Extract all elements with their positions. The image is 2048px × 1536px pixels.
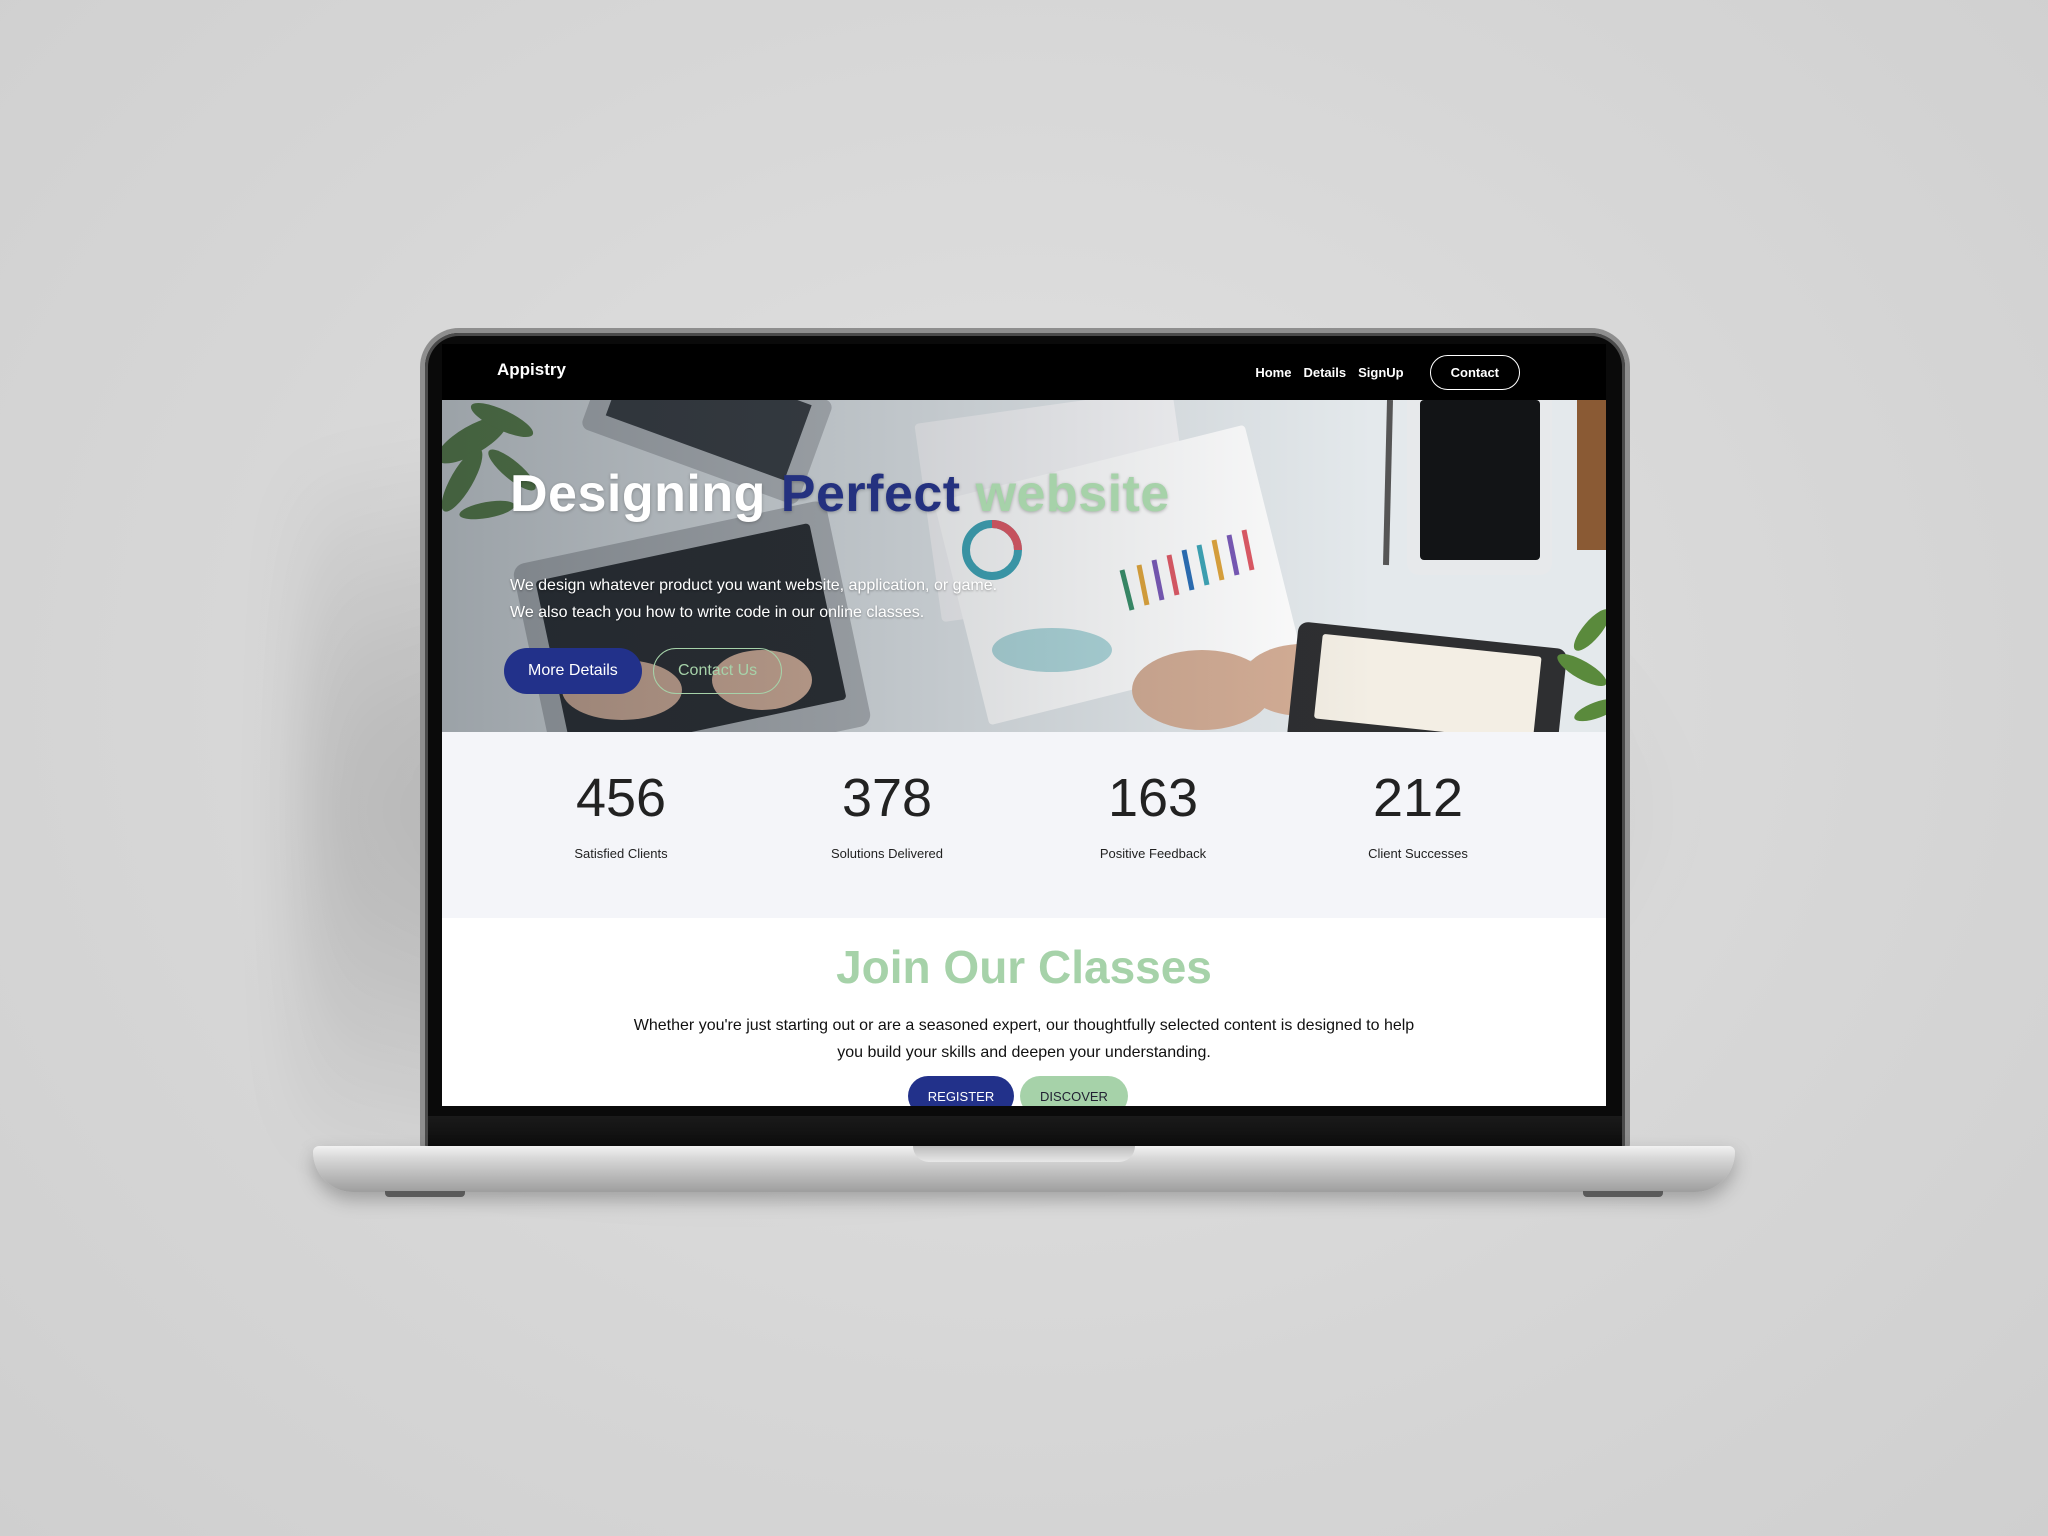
stat-label: Satisfied Clients — [574, 846, 668, 861]
stat-label: Positive Feedback — [1099, 846, 1207, 861]
register-button[interactable]: REGISTER — [908, 1076, 1014, 1106]
stat-value: 163 — [1107, 768, 1199, 828]
hero-section: Designing Perfect website We design what… — [442, 400, 1606, 732]
stat-value: 456 — [575, 768, 667, 828]
laptop-thumb-notch — [913, 1146, 1135, 1162]
top-navbar: Appistry Home Details SignUp Contact — [442, 344, 1606, 400]
brand-logo[interactable]: Appistry — [497, 360, 566, 380]
nav-contact-button[interactable]: Contact — [1429, 354, 1520, 390]
laptop-hinge — [428, 1116, 1622, 1148]
stat-solutions-delivered: 378 Solutions Delivered — [787, 768, 987, 861]
nav-link-details[interactable]: Details — [1303, 365, 1346, 380]
stats-section: 456 Satisfied Clients 378 Solutions Deli… — [442, 732, 1606, 918]
hero-title-part2: Perfect — [780, 465, 976, 523]
contact-us-button[interactable]: Contact Us — [653, 648, 783, 694]
stat-label: Client Successes — [1368, 846, 1468, 861]
nav-link-home[interactable]: Home — [1255, 365, 1291, 380]
stat-client-successes: 212 Client Successes — [1318, 768, 1518, 861]
discover-button[interactable]: DISCOVER — [1020, 1076, 1128, 1106]
stat-positive-feedback: 163 Positive Feedback — [1053, 768, 1253, 861]
hero-title: Designing Perfect website — [510, 464, 1170, 524]
classes-description: Whether you're just starting out or are … — [633, 1017, 1415, 1061]
hero-description: We design whatever product you want webs… — [510, 577, 998, 621]
nav-links: Home Details SignUp Contact — [1255, 344, 1520, 400]
nav-link-signup[interactable]: SignUp — [1358, 365, 1404, 380]
classes-section: Join Our Classes Whether you're just sta… — [442, 918, 1606, 1106]
stat-value: 378 — [841, 768, 933, 828]
classes-title: Join Our Classes — [836, 941, 1212, 993]
laptop-foot-left — [385, 1191, 465, 1197]
stat-satisfied-clients: 456 Satisfied Clients — [521, 768, 721, 861]
hero-title-part3: website — [975, 465, 1170, 523]
laptop-screen: Appistry Home Details SignUp Contact Des… — [442, 344, 1606, 1106]
stat-label: Solutions Delivered — [830, 846, 943, 861]
more-details-button[interactable]: More Details — [504, 648, 642, 694]
hero-title-part1: Designing — [510, 465, 781, 523]
stat-value: 212 — [1372, 768, 1464, 828]
laptop-foot-right — [1583, 1191, 1663, 1197]
